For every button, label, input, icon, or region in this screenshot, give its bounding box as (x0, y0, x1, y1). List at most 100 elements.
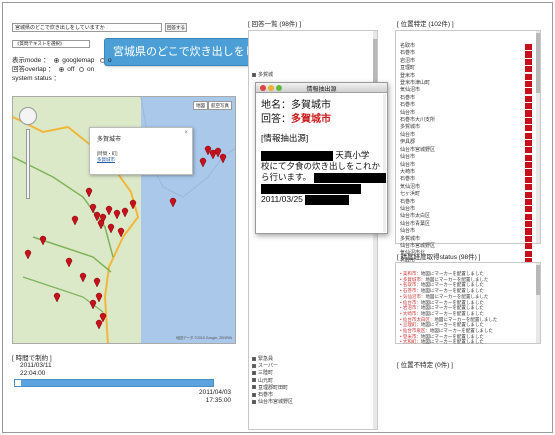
location-item[interactable]: 登米市 (400, 73, 435, 80)
locations-bars (525, 44, 532, 273)
location-item[interactable]: 気仙沼市 (400, 184, 435, 191)
answer-label: 石巻市 (258, 392, 274, 399)
geocode-place: • 気仙沼市： (400, 293, 426, 299)
answer-label: スーパー (258, 363, 278, 370)
question-input[interactable]: 宮城県のどこで炊き出しをしていますか (12, 23, 162, 32)
answer-row: 回答：多賀城市 (261, 114, 331, 125)
overlap-row: 回答overlap ： off on (12, 66, 95, 73)
location-item[interactable]: 伊具郡 (400, 139, 435, 146)
location-item[interactable]: 岩沼市 (400, 58, 435, 65)
source-date: 2011/03/25 (261, 194, 303, 204)
map-credit: 地図データ ©2015 Google, ZENRIN (175, 336, 232, 340)
answer-checkbox[interactable] (252, 392, 256, 397)
answer-item[interactable]: 山元町 (252, 378, 293, 385)
answer-checkbox[interactable] (252, 371, 256, 376)
location-item[interactable]: 石巻市 (400, 199, 435, 206)
location-bar (525, 162, 532, 169)
location-bar (525, 139, 532, 147)
location-item[interactable]: 多賀城市 (400, 124, 435, 131)
geocode-status: 地図にマーカーを配置しました (420, 339, 484, 345)
zoom-slider[interactable] (26, 129, 30, 199)
location-bar (525, 117, 532, 124)
geocode-scrollbar[interactable] (536, 263, 540, 343)
overlap-off-radio[interactable] (59, 66, 65, 72)
start-time: 22:04:00 (20, 370, 46, 377)
answer-item[interactable]: 仙台市宮城野区 (252, 399, 293, 406)
answer-item[interactable]: 亘理郡町田町 (252, 385, 293, 392)
display-mode-row: 表示mode ： googlemap o (12, 57, 112, 64)
geocode-place: • 名取市： (400, 282, 421, 288)
overlap-on-radio[interactable] (79, 66, 85, 72)
answer-checkbox[interactable] (252, 399, 256, 404)
display-mode-label: 表示mode (12, 57, 42, 64)
map-type-roadmap[interactable]: 地図 (193, 101, 208, 110)
map-type-satellite[interactable]: 航空写真 (208, 101, 232, 110)
start-date: 2011/03/11 (20, 362, 52, 369)
location-item[interactable]: 仙台市 (400, 110, 435, 117)
geocode-place: • 美和市： (400, 271, 421, 276)
location-bar (525, 132, 532, 139)
location-bar (525, 73, 532, 80)
location-item[interactable]: 仙台市 (400, 154, 435, 161)
geocode-place: • 岩沼市： (400, 305, 421, 311)
close-icon[interactable]: × (184, 130, 188, 136)
location-item[interactable]: 七ヶ浜町 (400, 191, 435, 198)
locations-scrollbar[interactable] (536, 31, 540, 243)
overlap-off-label: off (67, 66, 75, 73)
geocode-status: 地図にマーカーを配置しました (420, 333, 484, 339)
system-status-row: system status ： (12, 75, 61, 82)
answer-label: 山元町 (258, 377, 274, 384)
geocode-status: 地図にマーカーを配置しました (429, 328, 493, 334)
location-bar (525, 103, 532, 110)
time-range-slider[interactable] (14, 379, 214, 387)
answer-checkbox[interactable] (252, 385, 256, 390)
timeline-header: [ 時間で制約 ] (12, 355, 52, 362)
answer-checkbox[interactable] (252, 378, 256, 383)
answers-list: 緊急員 スーパー 三陸町 山元町 亘理郡町田町 石巻市 仙台市宮城野区 (252, 356, 293, 406)
question-select[interactable]: 《質問テキストを選択》 (12, 40, 90, 48)
geocode-place: • 石巻市： (400, 288, 421, 294)
geocode-place: • 多賀城市： (400, 276, 426, 282)
location-item[interactable]: 石巻市 (400, 176, 435, 183)
answer-checkbox[interactable] (252, 356, 256, 361)
geocode-status: 地図にマーカーを配置しました (425, 293, 489, 299)
dialog-titlebar[interactable]: 情報抽出源 (256, 83, 387, 93)
end-time: 17:35:00 (205, 397, 232, 404)
geocode-place: • 登米市： (400, 333, 421, 339)
answer-item[interactable]: 緊急員 (252, 356, 293, 363)
location-item[interactable]: 気仙沼市 (400, 87, 435, 94)
overlap-on-label: on (87, 66, 95, 73)
alt-mode-radio[interactable] (100, 57, 106, 63)
location-item[interactable]: 亘理町 (400, 65, 435, 72)
geocode-status: 地図にマーカーを配置しました (420, 288, 484, 294)
answer-checkbox[interactable] (252, 363, 256, 368)
source-line-1: 天真小学 (261, 150, 379, 161)
locations-header: [ 位置特定 (102件) ] (397, 21, 454, 28)
answer-item[interactable]: 三陸町 (252, 370, 293, 377)
place-row: 地名：多賀城市 (261, 100, 331, 111)
info-link[interactable]: 多賀城市 (97, 157, 185, 163)
redaction-block (261, 183, 361, 194)
geocode-status: 地図にマーカーを配置しました (420, 271, 484, 276)
source-line-2: 校にて夕食の炊き出しをこれか (261, 161, 381, 171)
not-found-header: [ 位置不特定 (0件) ] (397, 362, 453, 369)
dialog-scrollbar[interactable] (383, 94, 386, 232)
pan-control[interactable] (19, 107, 37, 125)
location-item[interactable]: 仙台市太白区 (400, 213, 435, 220)
location-item[interactable]: 石巻市 (400, 50, 435, 57)
alt-mode-label: o (108, 57, 112, 64)
googlemap-radio[interactable] (54, 57, 60, 63)
location-item[interactable]: 仙台市 (400, 162, 435, 169)
location-item[interactable]: 仙台市 (400, 228, 435, 235)
geocode-place: • 仙台市太白区： (400, 316, 435, 322)
answers-top-item[interactable]: 多賀城 (252, 72, 273, 79)
location-item[interactable]: 仙台市宮城野区 (400, 147, 435, 154)
answer-button[interactable]: 回答する (165, 23, 187, 32)
google-map[interactable]: 地図 航空写真 × 多賀城市 [時間・町] 多賀城市 地図データ ©2015 G… (12, 96, 236, 344)
slider-handle[interactable] (15, 380, 21, 386)
location-bar (525, 206, 532, 213)
location-bar (525, 191, 532, 198)
location-item[interactable]: 石巻市 (400, 102, 435, 109)
location-item[interactable]: 多賀城市 (400, 236, 435, 243)
googlemap-label: googlemap (62, 57, 95, 64)
